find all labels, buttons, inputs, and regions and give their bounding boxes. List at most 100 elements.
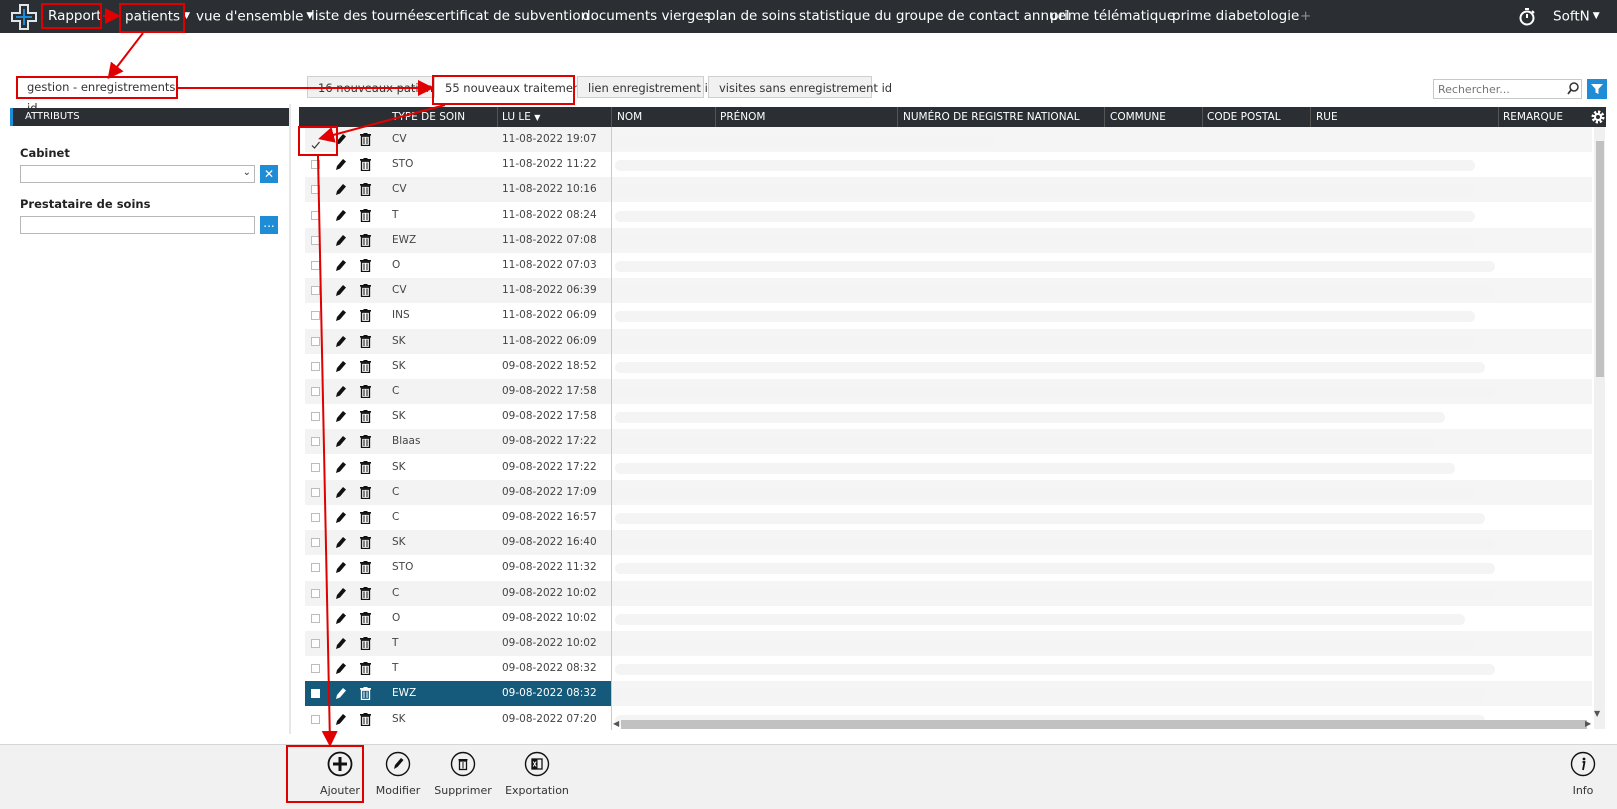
trash-icon[interactable] — [360, 611, 371, 625]
row-checkbox[interactable] — [311, 513, 320, 522]
pencil-icon[interactable] — [335, 133, 347, 146]
table-row[interactable]: T 09-08-2022 10:02 — [305, 631, 1592, 656]
scroll-right-icon[interactable]: ▶ — [1585, 719, 1591, 728]
table-row[interactable]: SK 09-08-2022 17:58 — [305, 404, 1592, 430]
user-menu[interactable]: SoftN ▼ — [1553, 0, 1600, 33]
row-checkbox[interactable] — [311, 664, 320, 674]
pencil-icon[interactable] — [335, 687, 347, 700]
trash-icon[interactable] — [360, 712, 371, 726]
col-rue[interactable]: RUE — [1316, 107, 1338, 127]
table-row[interactable]: STO 09-08-2022 11:32 — [305, 555, 1592, 581]
table-row[interactable]: O 09-08-2022 10:02 — [305, 605, 1592, 631]
table-row[interactable]: STO 11-08-2022 11:22 — [305, 152, 1592, 178]
cabinet-select[interactable]: ⌄ — [20, 165, 255, 183]
table-row[interactable]: SK 09-08-2022 17:22 — [305, 454, 1592, 480]
row-checkbox[interactable] — [311, 135, 320, 149]
trash-icon[interactable] — [360, 309, 371, 323]
row-checkbox[interactable] — [311, 336, 320, 346]
trash-icon[interactable] — [360, 435, 371, 449]
pencil-icon[interactable] — [335, 234, 347, 247]
row-checkbox[interactable] — [311, 261, 320, 270]
nav-patients[interactable]: patients ▼ — [125, 0, 190, 33]
col-nom[interactable]: NOM — [617, 107, 642, 127]
pencil-icon[interactable] — [335, 360, 347, 373]
trash-icon[interactable] — [360, 233, 371, 247]
trash-icon[interactable] — [360, 334, 371, 348]
row-checkbox[interactable] — [311, 538, 320, 548]
pencil-icon[interactable] — [335, 335, 347, 348]
pencil-icon[interactable] — [335, 209, 347, 222]
search-icon[interactable] — [1566, 80, 1580, 97]
pencil-icon[interactable] — [335, 486, 347, 499]
table-row[interactable]: T 09-08-2022 08:32 — [305, 656, 1592, 682]
cabinet-clear-button[interactable]: ✕ — [260, 165, 278, 183]
nav-liste-tournees[interactable]: liste des tournées — [311, 0, 431, 33]
add-button[interactable]: Ajouter — [308, 744, 372, 808]
export-button[interactable]: Exportation — [505, 744, 569, 808]
row-checkbox[interactable] — [311, 689, 320, 699]
nav-plan-de-soins[interactable]: plan de soins — [707, 0, 796, 33]
col-registre-national[interactable]: NUMÉRO DE REGISTRE NATIONAL — [903, 107, 1080, 127]
gear-icon[interactable] — [1590, 109, 1606, 125]
nav-rapport[interactable]: Rapport — [48, 0, 102, 33]
row-checkbox[interactable] — [311, 210, 320, 220]
scroll-left-icon[interactable]: ◀ — [613, 719, 619, 728]
row-checkbox[interactable] — [311, 462, 320, 472]
tab-lien-enregistrement[interactable]: lien enregistrement id — [577, 76, 715, 98]
nav-prime-telematique[interactable]: prime télématique — [1050, 0, 1175, 33]
pencil-icon[interactable] — [335, 536, 347, 549]
trash-icon[interactable] — [360, 410, 371, 424]
app-logo-icon[interactable] — [11, 4, 37, 30]
pencil-icon[interactable] — [335, 612, 347, 625]
col-code-postal[interactable]: CODE POSTAL — [1207, 107, 1281, 127]
pencil-icon[interactable] — [335, 259, 347, 272]
trash-icon[interactable] — [360, 511, 371, 524]
table-row[interactable]: Blaas 09-08-2022 17:22 — [305, 429, 1592, 455]
filter-button[interactable] — [1587, 79, 1607, 99]
row-checkbox[interactable] — [311, 387, 320, 396]
row-checkbox[interactable] — [311, 412, 320, 422]
pencil-icon[interactable] — [335, 662, 347, 675]
row-checkbox[interactable] — [311, 311, 320, 321]
trash-icon[interactable] — [360, 662, 371, 676]
row-checkbox[interactable] — [311, 714, 320, 724]
pencil-icon[interactable] — [335, 183, 347, 196]
table-row[interactable]: SK 11-08-2022 06:09 — [305, 328, 1592, 354]
tab-nouveaux-patients[interactable]: 16 nouveaux patients — [307, 76, 444, 98]
nav-statistique[interactable]: statistique du groupe de contact annuel — [799, 0, 1070, 33]
col-commune[interactable]: COMMUNE — [1110, 107, 1166, 127]
table-row[interactable]: C 09-08-2022 10:02 — [305, 580, 1592, 606]
row-checkbox[interactable] — [311, 487, 320, 497]
prestataire-browse-button[interactable]: ... — [260, 216, 278, 234]
row-checkbox[interactable] — [311, 588, 320, 598]
nav-certificat[interactable]: certificat de subvention — [429, 0, 589, 33]
trash-icon[interactable] — [360, 133, 371, 146]
trash-icon[interactable] — [360, 586, 371, 600]
pencil-icon[interactable] — [335, 561, 347, 574]
pencil-icon[interactable] — [335, 158, 347, 171]
row-checkbox[interactable] — [311, 286, 320, 296]
table-row[interactable]: CV 11-08-2022 10:16 — [305, 177, 1592, 203]
pencil-icon[interactable] — [335, 385, 347, 398]
table-row[interactable]: EWZ 11-08-2022 07:08 — [305, 227, 1592, 253]
row-checkbox[interactable] — [311, 361, 320, 371]
edit-button[interactable]: Modifier — [366, 744, 430, 808]
trash-icon[interactable] — [360, 561, 371, 575]
row-checkbox[interactable] — [311, 235, 320, 245]
trash-icon[interactable] — [360, 158, 371, 172]
stopwatch-icon[interactable] — [1518, 7, 1536, 26]
pencil-icon[interactable] — [335, 587, 347, 600]
pencil-icon[interactable] — [335, 309, 347, 322]
nav-prime-diabetologie[interactable]: prime diabetologie — [1172, 0, 1299, 33]
pencil-icon[interactable] — [335, 637, 347, 650]
table-row[interactable]: INS 11-08-2022 06:09 — [305, 303, 1592, 329]
trash-icon[interactable] — [360, 359, 371, 373]
col-prenom[interactable]: PRÉNOM — [720, 107, 765, 127]
trash-icon[interactable] — [360, 259, 371, 272]
pencil-icon[interactable] — [335, 713, 347, 726]
pencil-icon[interactable] — [335, 435, 347, 448]
trash-icon[interactable] — [360, 385, 371, 398]
table-row[interactable]: C 09-08-2022 17:58 — [305, 379, 1592, 404]
col-lu-le[interactable]: LU LE ▼ — [502, 107, 540, 127]
trash-icon[interactable] — [360, 637, 371, 650]
